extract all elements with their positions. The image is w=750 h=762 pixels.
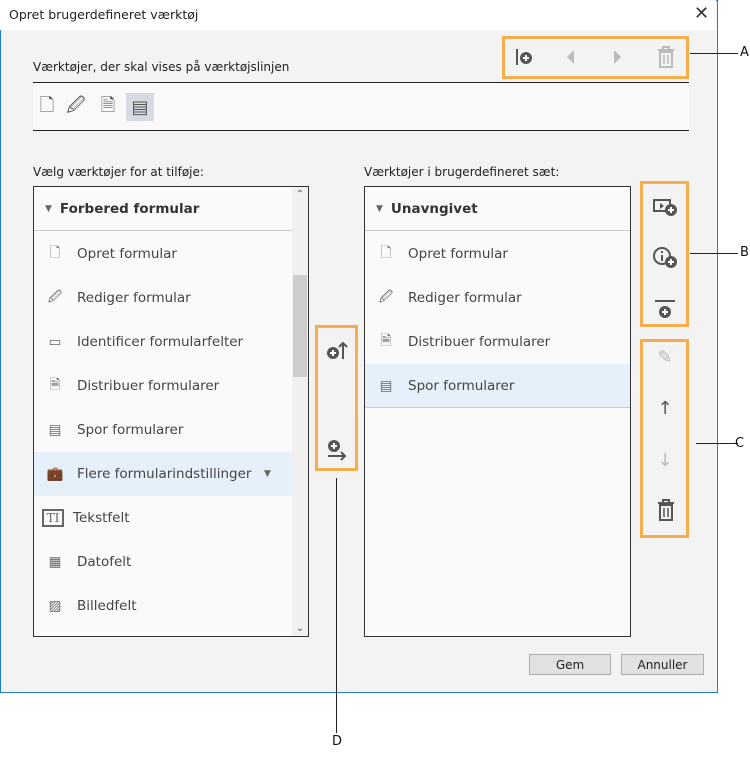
item-label: Distribuer formularer <box>77 378 220 394</box>
list-item[interactable]: ▭ Identificer formularfelter <box>34 320 292 364</box>
group-title: Unavngivet <box>390 200 478 217</box>
list-item[interactable]: 🗎 Distribuer formularer <box>34 364 292 408</box>
available-tools-list[interactable]: ▼ Forbered formular 🗋 Opret formular 🖉 Redi… <box>33 186 309 637</box>
list-item[interactable]: 💼 Flere formularindstillinger ▼ <box>34 452 292 496</box>
item-label: Rediger formular <box>77 290 191 306</box>
item-label: Tekstfelt <box>73 510 130 526</box>
callout-line-d <box>336 478 337 733</box>
edit-form-icon: 🖉 <box>47 288 63 305</box>
scroll-up-icon[interactable]: ⌃ <box>292 189 308 200</box>
window-title: Opret brugerdefineret værktøj <box>9 7 199 22</box>
divider <box>33 130 689 131</box>
scrollbar[interactable]: ⌃ ⌄ <box>292 187 308 636</box>
date-field-icon: ▦ <box>48 554 62 570</box>
edit-form-icon: 🖉 <box>378 288 394 305</box>
item-label: Opret formular <box>408 246 508 262</box>
item-label: Identificer formularfelter <box>77 334 244 350</box>
identify-fields-icon: ▭ <box>48 334 62 350</box>
distribute-forms-icon[interactable]: 🗎 <box>96 95 120 121</box>
item-label: Datofelt <box>77 554 132 570</box>
item-label: Opret formular <box>77 246 177 262</box>
save-button[interactable]: Gem <box>529 654 611 675</box>
add-to-set-icon[interactable] <box>324 438 350 462</box>
delete-icon[interactable] <box>654 497 678 523</box>
expand-icon[interactable]: ▼ <box>264 469 271 479</box>
create-form-icon: 🗋 <box>49 244 61 261</box>
toolbar-section-label: Værktøjer, der skal vises på værktøjslin… <box>33 60 290 74</box>
move-right-icon[interactable] <box>606 45 630 69</box>
item-label: Distribuer formularer <box>408 334 551 350</box>
close-button[interactable]: ✕ <box>694 3 709 24</box>
track-forms-icon: ▤ <box>379 377 393 394</box>
list-item[interactable]: 🗋 Opret formular <box>365 232 630 276</box>
image-field-icon: ▨ <box>48 598 62 614</box>
group-header[interactable]: ▼ Forbered formular <box>34 187 292 231</box>
move-left-icon[interactable] <box>558 45 582 69</box>
distribute-forms-icon: 🗎 <box>380 332 392 349</box>
create-form-icon[interactable]: 🗋 <box>35 95 59 121</box>
item-label: Spor formularer <box>77 422 184 438</box>
list-item[interactable]: ▤ Spor formularer <box>365 364 630 408</box>
list-item[interactable]: 🗎 Distribuer formularer <box>365 320 630 364</box>
add-divider-icon[interactable] <box>651 297 679 321</box>
briefcase-icon: 💼 <box>46 466 64 482</box>
item-label: Rediger formular <box>408 290 522 306</box>
list-item[interactable]: TI Tekstfelt <box>34 496 292 540</box>
scrollbar-thumb[interactable] <box>293 275 307 377</box>
list-item[interactable]: ▨ Billedfelt <box>34 584 292 628</box>
list-item[interactable]: ▦ Datofelt <box>34 540 292 584</box>
rename-pencil-icon[interactable]: ✎ <box>652 345 678 369</box>
callout-label-b: B <box>740 245 749 260</box>
item-label: Billedfelt <box>77 598 137 614</box>
create-form-icon: 🗋 <box>380 244 392 261</box>
list-item[interactable]: 🗋 Opret formular <box>34 232 292 276</box>
callout-line-a <box>690 53 738 54</box>
track-forms-icon: ▤ <box>48 422 62 438</box>
available-tools-label: Vælg værktøjer for at tilføje: <box>33 165 204 179</box>
move-down-icon[interactable]: ↓ <box>652 448 678 472</box>
list-item[interactable]: 🖉 Rediger formular <box>34 276 292 320</box>
group-header[interactable]: ▼ Unavngivet <box>365 187 630 231</box>
collapse-icon: ▼ <box>376 203 383 214</box>
collapse-icon: ▼ <box>45 203 52 214</box>
move-up-icon[interactable]: ↑ <box>652 396 678 420</box>
list-item[interactable]: 🖉 Rediger formular <box>365 276 630 320</box>
add-above-icon[interactable] <box>324 338 350 362</box>
scroll-down-icon[interactable]: ⌄ <box>292 623 308 634</box>
item-label: Flere formularindstillinger <box>77 466 252 482</box>
text-field-icon: TI <box>42 509 64 527</box>
insert-separator-icon[interactable] <box>512 45 536 69</box>
item-label: Spor formularer <box>408 377 515 394</box>
callout-line-b <box>690 253 738 254</box>
list-item[interactable]: ▤ Spor formularer <box>34 408 292 452</box>
edit-form-icon[interactable]: 🖉 <box>64 95 88 121</box>
cancel-button[interactable]: Annuller <box>621 654 704 675</box>
add-info-icon[interactable] <box>651 245 679 271</box>
custom-set-label: Værktøjer i brugerdefineret sæt: <box>364 165 560 179</box>
distribute-forms-icon: 🗎 <box>49 376 61 393</box>
track-forms-icon[interactable]: ▤ <box>126 93 154 121</box>
callout-label-c: C <box>735 436 745 451</box>
group-title: Forbered formular <box>59 200 200 217</box>
callout-label-d: D <box>332 734 343 749</box>
delete-icon[interactable] <box>654 44 678 70</box>
add-tool-icon[interactable] <box>651 195 679 219</box>
callout-line-c <box>696 443 738 444</box>
callout-label-a: A <box>740 45 749 60</box>
custom-set-list[interactable]: ▼ Unavngivet 🗋 Opret formular 🖉 Rediger for… <box>364 186 631 637</box>
